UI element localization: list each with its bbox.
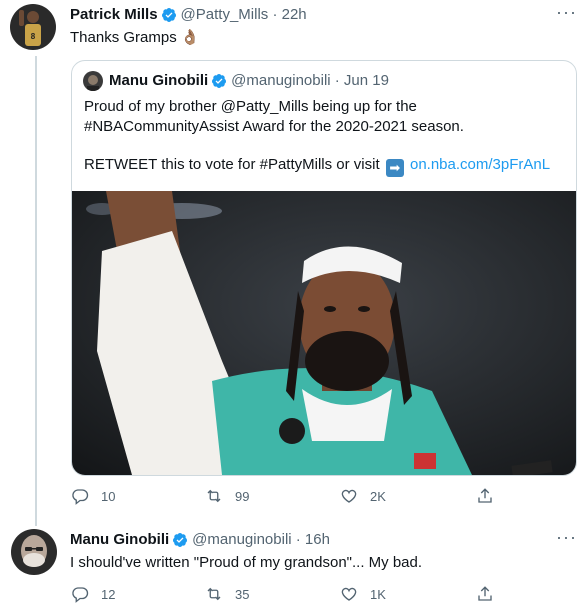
quote-line-3-text: RETWEET this to vote for #PattyMills or … [84, 156, 380, 173]
tweet1-author-name[interactable]: Patrick Mills [70, 6, 158, 23]
right-arrow-icon: ➡ [385, 159, 404, 177]
tweet2-header: Manu Ginobili @manuginobili · 16h [70, 531, 330, 548]
reply-count: 10 [101, 488, 116, 504]
reply-icon [72, 587, 89, 603]
retweet-button[interactable]: 35 [205, 585, 249, 603]
quote-header: Manu Ginobili @manuginobili · Jun 19 [109, 72, 389, 89]
tweet2-handle-time[interactable]: @manuginobili · 16h [192, 531, 330, 548]
share-button[interactable] [476, 585, 494, 603]
retweet-icon [207, 489, 221, 503]
retweet-button[interactable]: 99 [205, 487, 249, 505]
svg-text:8: 8 [31, 32, 36, 41]
share-icon [478, 586, 492, 601]
quote-line-1: Proud of my brother @Patty_Mills being u… [84, 98, 417, 115]
like-button[interactable]: 1K [340, 585, 386, 603]
reply-button[interactable]: 12 [71, 585, 115, 603]
quoted-tweet-card[interactable]: Manu Ginobili @manuginobili · Jun 19 Pro… [71, 60, 577, 476]
quote-author-name[interactable]: Manu Ginobili [109, 72, 208, 89]
quote-line-3: RETWEET this to vote for #PattyMills or … [84, 155, 550, 177]
verified-icon [173, 532, 188, 547]
tweet1-handle-time[interactable]: @Patty_Mills · 22h [181, 6, 307, 23]
quote-link[interactable]: on.nba.com/3pFrAnL [410, 156, 550, 173]
tweet2-text: I should've written "Proud of my grandso… [70, 554, 423, 571]
tweet2-author-name[interactable]: Manu Ginobili [70, 531, 169, 548]
quote-photo[interactable] [72, 191, 576, 475]
retweet-count: 35 [235, 586, 250, 602]
retweet-icon [207, 587, 221, 601]
heart-icon [341, 587, 357, 601]
more-options-icon[interactable]: ··· [556, 2, 577, 23]
quote-handle-time[interactable]: @manuginobili · Jun 19 [231, 72, 389, 89]
tweet1-header: Patrick Mills @Patty_Mills · 22h [70, 6, 307, 23]
thread-line [35, 56, 37, 526]
verified-icon [212, 73, 227, 88]
retweet-count: 99 [235, 488, 250, 504]
quote-line-2: #NBACommunityAssist Award for the 2020-2… [84, 118, 464, 135]
heart-icon [341, 489, 357, 503]
reply-icon [72, 489, 89, 505]
like-count: 1K [370, 586, 386, 602]
manu-ginobili-small-avatar[interactable] [83, 71, 103, 91]
reply-count: 12 [101, 586, 116, 602]
like-count: 2K [370, 488, 386, 504]
patrick-mills-avatar[interactable]: 8 [10, 4, 56, 50]
tweet1-text-content: Thanks Gramps [70, 29, 177, 46]
share-button[interactable] [476, 487, 494, 505]
like-button[interactable]: 2K [340, 487, 386, 505]
tweet1-text: Thanks Gramps 👌🏽 [70, 28, 200, 48]
manu-ginobili-avatar[interactable] [11, 529, 57, 575]
more-options-icon[interactable]: ··· [556, 527, 577, 548]
reply-button[interactable]: 10 [71, 487, 115, 505]
share-icon [478, 488, 492, 503]
ok-hand-emoji: 👌🏽 [180, 29, 200, 46]
verified-icon [161, 7, 176, 22]
